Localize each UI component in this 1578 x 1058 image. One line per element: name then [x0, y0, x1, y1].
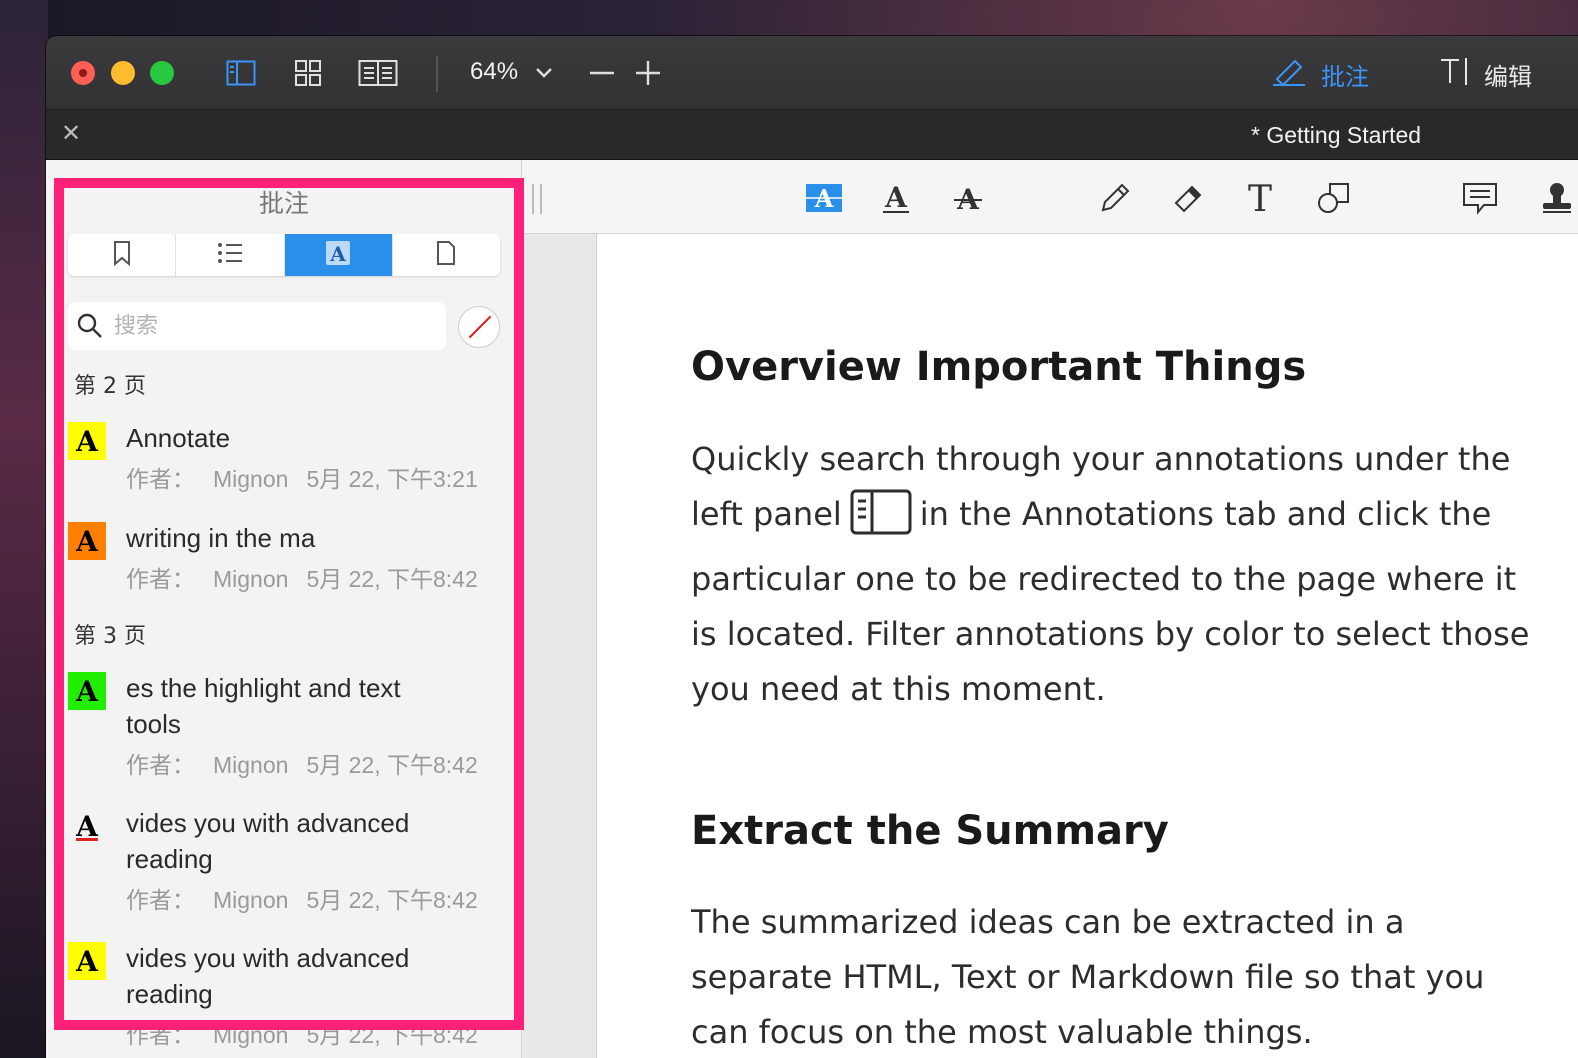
annotation-meta: 作者： Mignon 5月 22, 下午8:42 — [126, 1022, 478, 1048]
svg-text:A: A — [884, 181, 908, 214]
highlight-tool-icon[interactable]: A — [806, 178, 842, 218]
annotation-text: vides you with advanced reading — [126, 943, 410, 1009]
left-panel-icon — [850, 489, 912, 552]
annotation-text: Annotate — [126, 423, 231, 453]
underline-icon: A — [76, 809, 98, 843]
page-group-header: 第 3 页 — [74, 624, 146, 649]
zoom-level[interactable]: 64% — [470, 58, 518, 86]
page-icon — [436, 240, 456, 270]
tab-annotations[interactable]: A — [284, 234, 393, 276]
bookmark-icon — [112, 240, 132, 270]
title-bar: 64% 批注 编辑 — [46, 36, 1578, 110]
toolbar-divider — [436, 56, 438, 92]
text-tool-icon[interactable]: T — [1244, 178, 1276, 218]
tab-bookmarks[interactable] — [68, 234, 177, 276]
highlight-icon: A — [68, 942, 106, 980]
reader-view-icon[interactable] — [358, 58, 398, 88]
paragraph: The summarized ideas can be extracted in… — [691, 903, 1485, 1051]
pencil-tool-icon[interactable] — [1098, 178, 1132, 218]
close-tab-icon[interactable]: ✕ — [58, 120, 84, 146]
sidebar-title: 批注 — [258, 189, 309, 218]
svg-text:A: A — [329, 242, 346, 266]
annotation-icon: A — [325, 240, 351, 270]
strikethrough-tool-icon[interactable]: A — [952, 178, 984, 218]
document-tab-title[interactable]: * Getting Started — [1251, 122, 1421, 149]
search-input[interactable] — [114, 313, 414, 339]
annotation-item[interactable]: A vides you with advanced reading 作者： Mig… — [68, 805, 508, 930]
close-window-button[interactable] — [71, 61, 95, 85]
sidebar-segmented-control: A — [68, 234, 500, 276]
annotation-text: writing in the ma — [126, 523, 316, 553]
section-heading: Extract the Summary — [691, 808, 1169, 854]
search-icon — [76, 312, 104, 340]
annotation-item[interactable]: A writing in the ma 作者： Mignon 5月 22, 下午8:… — [68, 520, 508, 610]
annotation-text: es the highlight and text tools — [126, 673, 401, 739]
highlight-icon: A — [68, 522, 106, 560]
sidebar-toggle-icon[interactable] — [226, 58, 256, 88]
highlight-icon: A — [68, 422, 106, 460]
annotation-item[interactable]: A es the highlight and text tools 作者： Mig… — [68, 670, 508, 795]
comment-tool-icon[interactable] — [1462, 178, 1498, 218]
annotation-toolbar: A A A T — [522, 160, 1578, 234]
annotation-item[interactable]: A Annotate 作者： Mignon 5月 22, 下午3:21 — [68, 420, 508, 510]
annotation-search[interactable] — [68, 302, 446, 350]
shapes-tool-icon[interactable] — [1316, 178, 1352, 218]
tab-outline[interactable] — [176, 234, 285, 276]
section-heading: Overview Important Things — [691, 344, 1307, 390]
pen-icon — [1271, 55, 1307, 93]
document-page: Overview Important Things Quickly search… — [596, 234, 1578, 1058]
outline-list-icon — [217, 241, 243, 269]
zoom-in-icon[interactable] — [636, 58, 660, 88]
color-filter-button[interactable] — [458, 306, 500, 348]
tab-bar: ✕ * Getting Started — [46, 110, 1578, 160]
edit-mode-label: 编辑 — [1484, 62, 1532, 91]
annotations-sidebar: 批注 A 搜索 第 2 页 A Annotate 作者： Mignon 5月 2… — [46, 160, 522, 1058]
chevron-down-icon[interactable] — [534, 58, 554, 88]
annotate-mode-label: 批注 — [1321, 62, 1369, 91]
desktop-background — [0, 0, 48, 1058]
annotation-meta: 作者： Mignon 5月 22, 下午8:42 — [126, 752, 478, 778]
paragraph: Quickly search through your annotations … — [691, 432, 1541, 717]
sidebar-resize-handle[interactable] — [532, 184, 542, 214]
grid-view-icon[interactable] — [294, 58, 322, 88]
zoom-window-button[interactable] — [150, 61, 174, 85]
annotation-item[interactable]: A vides you with advanced reading 作者： Mig… — [68, 940, 508, 1058]
stamp-tool-icon[interactable] — [1540, 178, 1574, 218]
annotation-meta: 作者： Mignon 5月 22, 下午8:42 — [126, 887, 478, 913]
app-window: 64% 批注 编辑 ✕ * Getting Started 批注 A 搜索 第 … — [46, 36, 1578, 1058]
annotate-mode-button[interactable]: 批注 — [1271, 54, 1369, 94]
edit-mode-button[interactable]: 编辑 — [1438, 54, 1532, 94]
zoom-out-icon[interactable] — [590, 58, 614, 88]
tab-pages[interactable] — [393, 234, 500, 276]
minimize-window-button[interactable] — [111, 61, 135, 85]
page-group-header: 第 2 页 — [74, 374, 146, 399]
annotation-meta: 作者： Mignon 5月 22, 下午3:21 — [126, 466, 478, 492]
eraser-tool-icon[interactable] — [1172, 178, 1206, 218]
highlight-icon: A — [68, 672, 106, 710]
annotation-text: vides you with advanced reading — [126, 808, 410, 874]
annotation-meta: 作者： Mignon 5月 22, 下午8:42 — [126, 566, 478, 592]
svg-text:T: T — [1248, 181, 1272, 215]
text-cursor-icon — [1438, 55, 1470, 93]
underline-tool-icon[interactable]: A — [880, 178, 912, 218]
